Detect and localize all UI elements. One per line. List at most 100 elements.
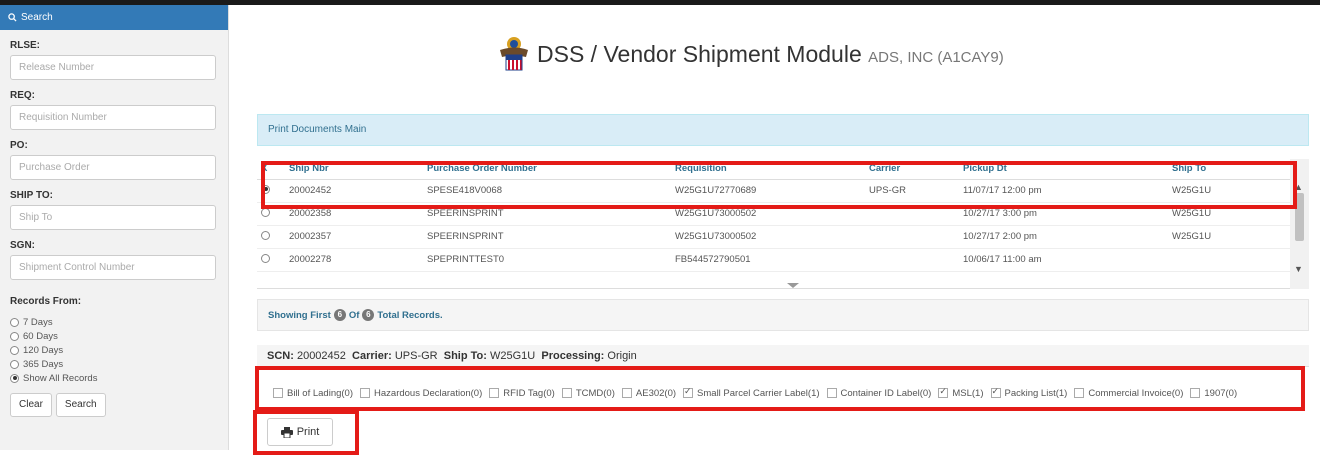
table-scrollbar[interactable]: ▲ ▼ (1290, 159, 1309, 289)
carrier-cell (865, 225, 959, 249)
checkbox[interactable] (621, 388, 632, 398)
shipments-table: X Ship Nbr Purchase Order Number Requisi… (257, 159, 1290, 272)
shipment-control-number-input[interactable] (10, 255, 216, 280)
records-option-label: Show All Records (23, 372, 98, 384)
doc-container-id-label[interactable]: Container ID Label(0) (826, 388, 931, 399)
req-label: REQ: (10, 90, 35, 101)
doc-commercial-invoice[interactable]: Commercial Invoice(0) (1074, 388, 1183, 399)
doc-label: RFID Tag(0) (503, 387, 555, 399)
first-count-badge: 6 (333, 309, 346, 321)
doc-label: Bill of Lading(0) (287, 387, 354, 399)
showing-of: Of (348, 309, 360, 321)
records-option-60-days[interactable]: 60 Days (10, 329, 228, 343)
table-row[interactable]: 20002357 SPEERINSPRINT W25G1U73000502 10… (257, 225, 1290, 249)
checkbox[interactable] (826, 388, 837, 398)
doc-label: MSL(1) (952, 387, 984, 399)
row-radio[interactable] (261, 230, 270, 240)
doc-label: Small Parcel Carrier Label(1) (697, 387, 820, 399)
column-header-ship-to[interactable]: Ship To (1168, 159, 1290, 180)
table-row[interactable]: 20002452 SPESE418V0068 W25G1U72770689 UP… (257, 179, 1290, 203)
records-option-all[interactable]: Show All Records (10, 371, 228, 385)
ship-to-input[interactable] (10, 205, 216, 230)
records-option-365-days[interactable]: 365 Days (10, 357, 228, 371)
table-header-row: X Ship Nbr Purchase Order Number Requisi… (257, 159, 1290, 180)
requisition-cell: W25G1U72770689 (671, 179, 865, 203)
scn-label: SCN: (267, 350, 294, 362)
radio-button[interactable] (10, 331, 19, 341)
doc-ae302[interactable]: AE302(0) (621, 387, 677, 399)
column-header-select: X (257, 159, 285, 180)
requisition-cell: W25G1U73000502 (671, 202, 865, 226)
table-row[interactable]: 20002278 SPEPRINTTEST0 FB544572790501 10… (257, 248, 1290, 272)
search-header[interactable]: Search (0, 5, 228, 30)
checkbox[interactable] (273, 388, 283, 398)
document-checkboxes: Bill of Lading(0) Hazardous Declaration(… (257, 375, 1302, 411)
scroll-up-icon[interactable]: ▲ (1294, 182, 1303, 192)
checkbox-checked[interactable] (990, 386, 1001, 398)
column-header-carrier[interactable]: Carrier (865, 159, 959, 180)
doc-1907[interactable]: 1907(0) (1190, 388, 1237, 399)
records-option-label: 7 Days (23, 316, 53, 328)
column-header-ship-nbr[interactable]: Ship Nbr (285, 159, 423, 180)
row-select-cell[interactable] (257, 202, 285, 226)
requisition-number-input[interactable] (10, 105, 216, 130)
po-cell: SPEPRINTTEST0 (423, 248, 671, 272)
radio-button-selected[interactable] (10, 373, 19, 383)
row-select-cell[interactable] (257, 179, 285, 203)
checkbox[interactable] (561, 388, 572, 398)
doc-packing-list[interactable]: Packing List(1) (990, 386, 1067, 399)
column-header-requisition[interactable]: Requisition (671, 159, 865, 180)
print-button[interactable]: Print (267, 418, 333, 446)
doc-tcmd[interactable]: TCMD(0) (561, 388, 615, 399)
radio-button[interactable] (10, 345, 19, 355)
table-row[interactable]: 20002358 SPEERINSPRINT W25G1U73000502 10… (257, 202, 1290, 226)
scroll-thumb[interactable] (1295, 193, 1304, 241)
doc-label: 1907(0) (1204, 387, 1238, 399)
doc-bill-of-lading[interactable]: Bill of Lading(0) (273, 388, 353, 399)
checkbox[interactable] (489, 388, 500, 398)
doc-small-parcel-carrier-label[interactable]: Small Parcel Carrier Label(1) (683, 386, 820, 399)
checkbox-checked[interactable] (683, 386, 694, 398)
more-rows-indicator[interactable] (787, 283, 799, 288)
checkbox[interactable] (1190, 388, 1201, 398)
requisition-cell: W25G1U73000502 (671, 225, 865, 249)
scroll-down-icon[interactable]: ▼ (1294, 264, 1303, 274)
pickup-cell: 10/27/17 3:00 pm (959, 202, 1168, 226)
doc-msl[interactable]: MSL(1) (938, 386, 984, 399)
release-number-input[interactable] (10, 55, 216, 80)
doc-label: Commercial Invoice(0) (1088, 387, 1184, 399)
radio-button[interactable] (10, 317, 19, 327)
requisition-cell: FB544572790501 (671, 248, 865, 272)
processing-value: Origin (607, 350, 637, 362)
row-radio[interactable] (261, 253, 270, 263)
po-label: PO: (10, 140, 28, 151)
column-header-pickup-dt[interactable]: Pickup Dt (959, 159, 1168, 180)
ship-nbr-cell: 20002357 (285, 225, 423, 249)
vendor-name: ADS, INC (A1CAY9) (868, 48, 1004, 66)
carrier-label: Carrier: (352, 350, 392, 362)
ship-to-value: W25G1U (490, 350, 536, 362)
shipments-table-container: X Ship Nbr Purchase Order Number Requisi… (257, 159, 1309, 289)
doc-hazardous-declaration[interactable]: Hazardous Declaration(0) (360, 388, 482, 399)
records-option-label: 60 Days (23, 330, 58, 342)
clear-button[interactable]: Clear (10, 393, 52, 417)
checkbox[interactable] (360, 388, 371, 398)
row-select-cell[interactable] (257, 248, 285, 272)
carrier-cell: UPS-GR (865, 179, 959, 203)
doc-label: AE302(0) (635, 387, 677, 399)
records-option-label: 120 Days (23, 344, 64, 356)
records-option-120-days[interactable]: 120 Days (10, 343, 228, 357)
column-header-po-number[interactable]: Purchase Order Number (423, 159, 671, 180)
checkbox[interactable] (1074, 388, 1085, 398)
radio-button[interactable] (10, 359, 19, 369)
row-radio[interactable] (261, 207, 270, 217)
row-select-cell[interactable] (257, 225, 285, 249)
pickup-cell: 10/06/17 11:00 am (959, 248, 1168, 272)
main-content: DSS / Vendor Shipment Module ADS, INC (A… (229, 5, 1320, 455)
records-option-7-days[interactable]: 7 Days (10, 315, 228, 329)
search-button[interactable]: Search (55, 393, 106, 417)
purchase-order-input[interactable] (10, 155, 216, 180)
checkbox-checked[interactable] (938, 386, 949, 398)
row-radio-selected[interactable] (261, 184, 270, 194)
doc-rfid-tag[interactable]: RFID Tag(0) (489, 388, 555, 399)
